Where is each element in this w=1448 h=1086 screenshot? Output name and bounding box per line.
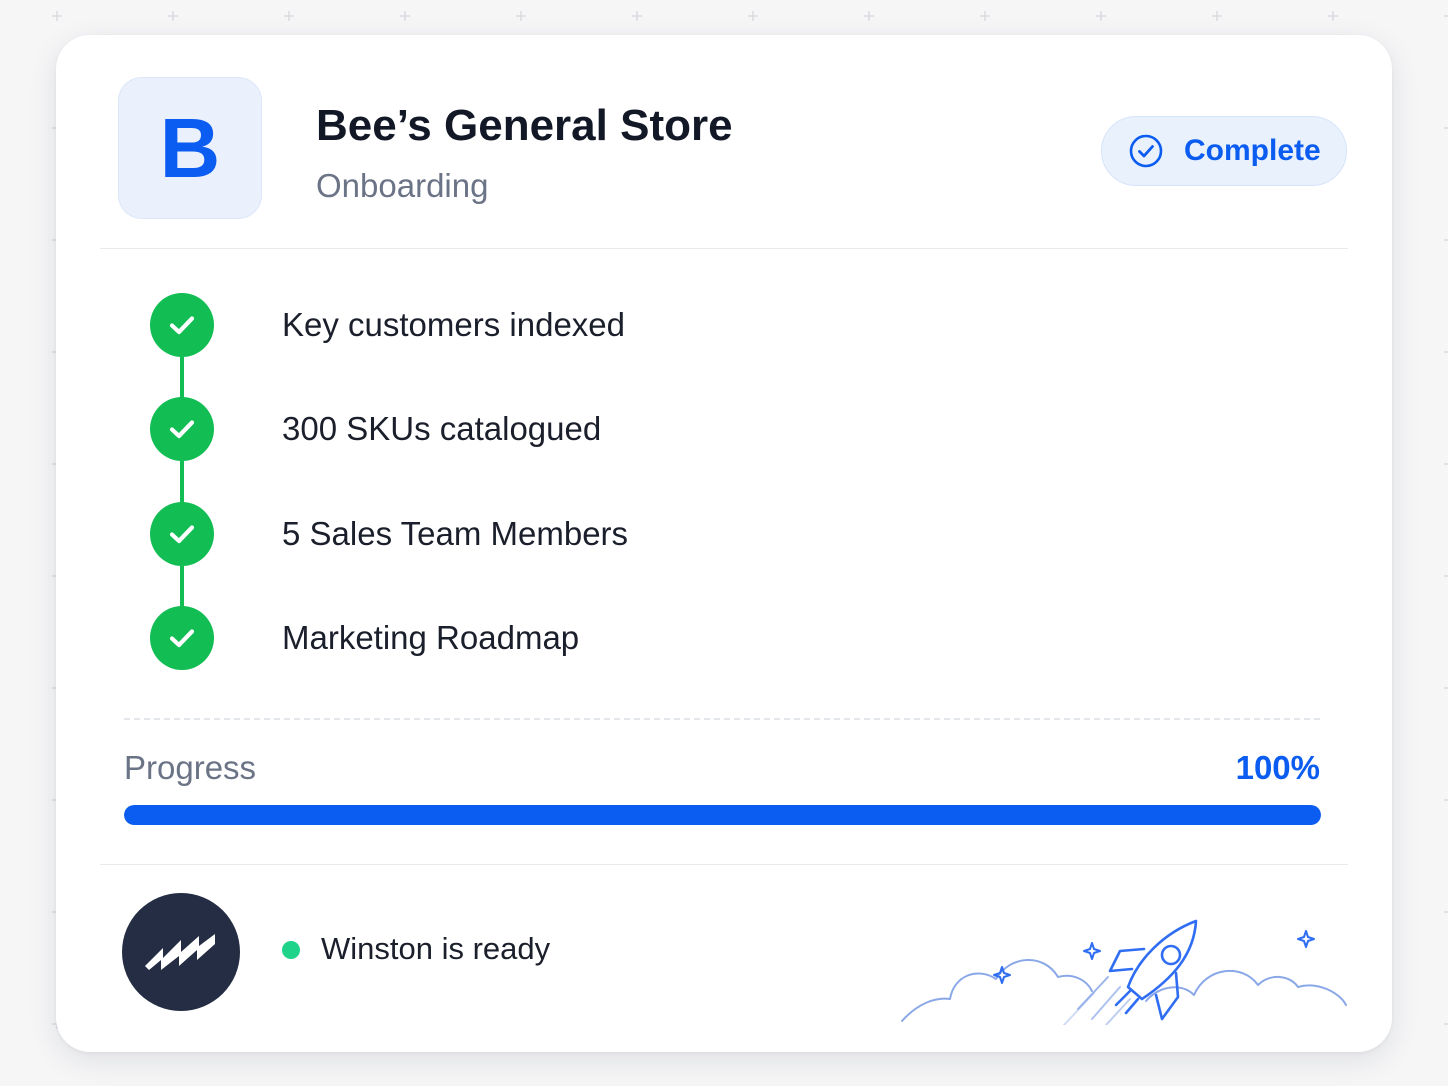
check-circle-icon <box>1129 134 1163 168</box>
step-label: 5 Sales Team Members <box>282 515 629 552</box>
rocket-clouds-icon <box>901 919 1347 1025</box>
step-item: 5 Sales Team Members <box>150 502 628 566</box>
store-logo-letter: B <box>159 101 221 195</box>
progress-label: Progress <box>124 749 257 786</box>
assistant-avatar <box>122 893 240 1011</box>
step-item: Key customers indexed <box>150 293 625 357</box>
step-label: Key customers indexed <box>282 306 626 343</box>
step-label: 300 SKUs catalogued <box>282 410 602 447</box>
progress-percent: 100% <box>1235 749 1320 786</box>
footer-divider <box>100 864 1348 865</box>
ready-status-dot <box>282 941 300 959</box>
progress-separator <box>124 718 1320 720</box>
step-connector <box>180 461 184 503</box>
step-complete-badge <box>150 293 214 357</box>
assistant-status-text: Winston is ready <box>321 931 551 966</box>
step-complete-badge <box>150 397 214 461</box>
check-icon <box>169 525 195 544</box>
header-divider <box>100 248 1348 249</box>
step-complete-badge <box>150 606 214 670</box>
store-logo: B <box>118 77 262 219</box>
step-connector <box>180 357 184 398</box>
progress-bar <box>124 805 1321 825</box>
step-complete-badge <box>150 502 214 566</box>
check-icon <box>169 316 195 335</box>
step-item: 300 SKUs catalogued <box>150 397 601 461</box>
step-item: Marketing Roadmap <box>150 606 579 670</box>
step-label: Marketing Roadmap <box>282 619 580 656</box>
zigzag-logo-icon <box>145 934 215 970</box>
step-connector <box>180 566 184 607</box>
check-icon <box>169 629 195 648</box>
complete-label: Complete <box>1184 134 1321 167</box>
check-icon <box>169 420 195 439</box>
onboarding-card: B Bee’s General Store Onboarding Complet… <box>56 35 1392 1052</box>
store-subtitle: Onboarding <box>316 167 489 204</box>
complete-status-button[interactable]: Complete <box>1101 116 1347 186</box>
progress-bar-fill <box>124 805 1321 825</box>
store-name: Bee’s General Store <box>316 101 733 150</box>
